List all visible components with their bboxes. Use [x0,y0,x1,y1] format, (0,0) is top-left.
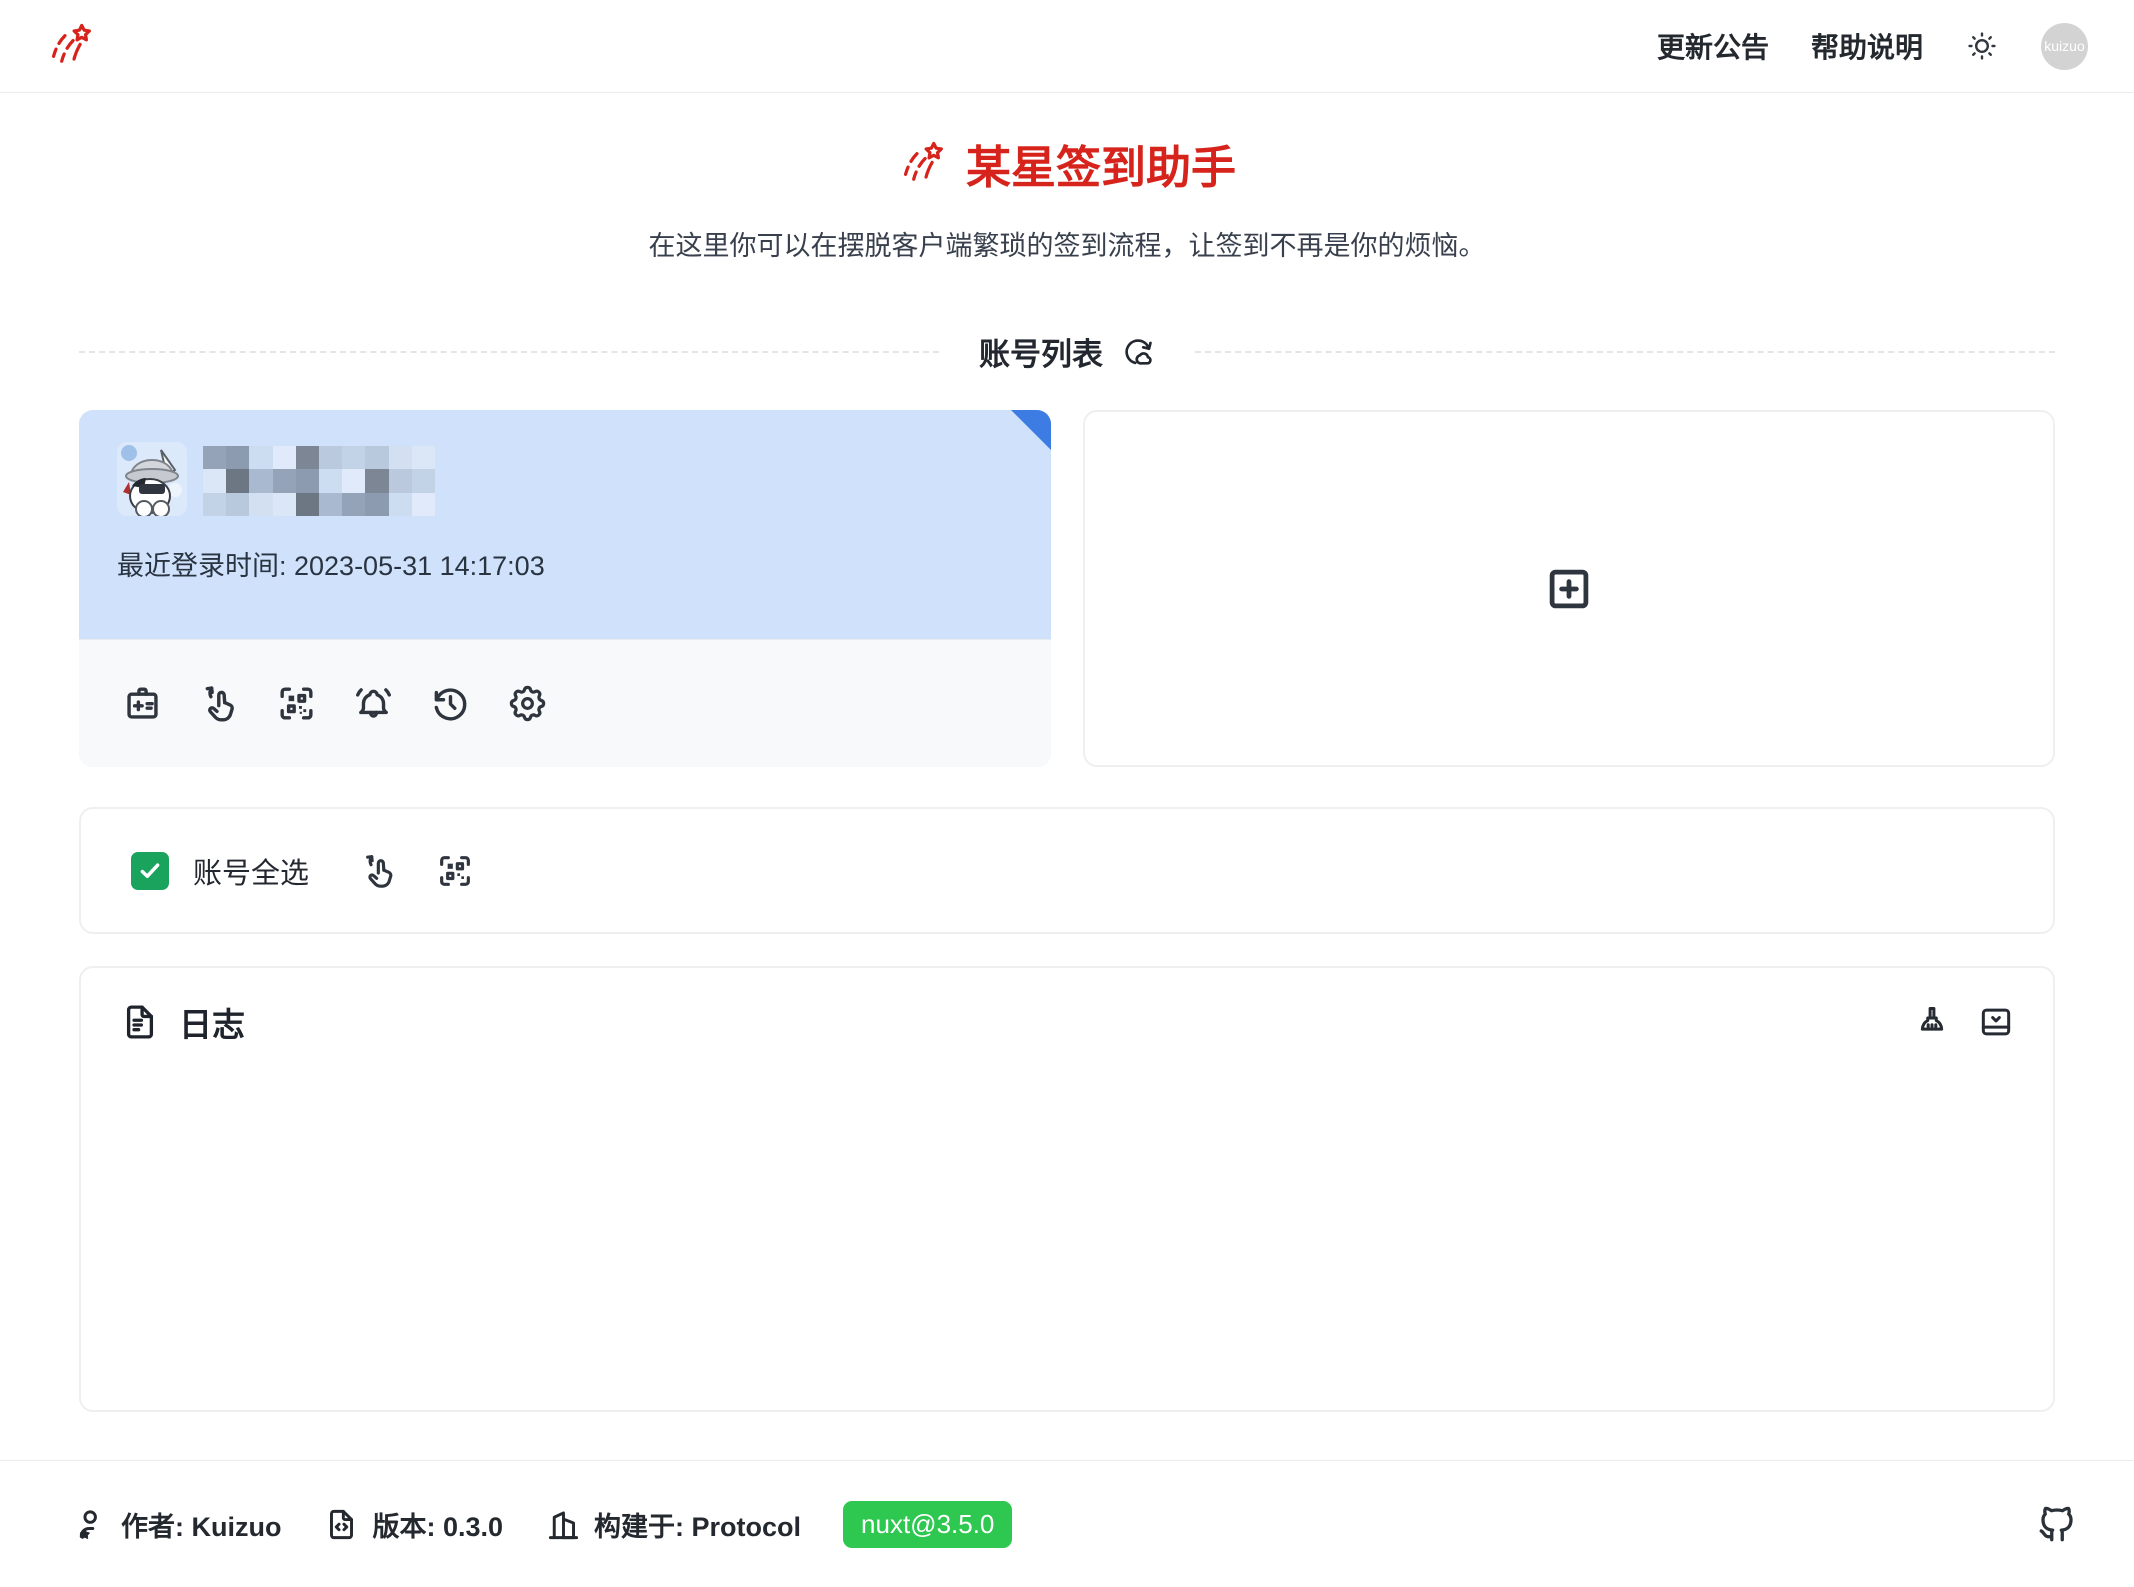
bell-icon[interactable] [352,682,395,725]
account-list-title: 账号列表 [979,329,1155,374]
shooting-star-icon [898,138,950,190]
tap-sign-icon[interactable] [359,851,399,891]
qr-scan-icon[interactable] [275,682,318,725]
history-icon[interactable] [429,682,472,725]
footer-version: 版本: 0.3.0 [323,1505,503,1544]
theme-toggle-sun-icon[interactable] [1965,29,1999,63]
account-action-bar [79,639,1051,767]
user-avatar[interactable]: kuizuo [2041,23,2088,70]
page-title-text: 某星签到助手 [966,131,1236,196]
account-card-main: 最近登录时间: 2023-05-31 14:17:03 [79,410,1051,639]
log-header: 日志 [119,998,2015,1046]
account-list-divider: 账号列表 [79,329,2055,374]
select-all-label[interactable]: 账号全选 [193,850,309,892]
nuxt-version-badge: nuxt@3.5.0 [843,1501,1012,1548]
divider-line [1195,351,2055,353]
nav-link-update-notice[interactable]: 更新公告 [1657,26,1769,66]
building-icon [545,1506,582,1543]
account-avatar [117,442,187,516]
navbar: 更新公告 帮助说明 kuizuo [0,0,2134,93]
footer-built-with: 构建于: Protocol [545,1505,801,1544]
qr-scan-icon[interactable] [435,851,475,891]
cloud-sync-icon[interactable] [1121,335,1155,369]
select-all-checkbox[interactable] [131,852,169,890]
plus-square-icon [1543,563,1595,615]
user-star-icon [72,1506,109,1543]
settings-icon[interactable] [506,682,549,725]
log-title: 日志 [119,998,245,1046]
select-all-card: 账号全选 [79,807,2055,934]
account-name-redacted [203,446,435,516]
main-content: 账号列表 [0,329,2134,1412]
archive-box-icon[interactable] [1977,1003,2015,1041]
shooting-star-logo-icon[interactable] [46,20,98,72]
account-list-title-text: 账号列表 [979,329,1103,374]
log-actions [1913,1003,2015,1041]
nav-link-help[interactable]: 帮助说明 [1811,26,1923,66]
tap-sign-icon[interactable] [198,682,241,725]
broom-clear-icon[interactable] [1913,1003,1951,1041]
github-icon[interactable] [2036,1503,2078,1545]
id-badge-add-icon[interactable] [121,682,164,725]
log-card: 日志 [79,966,2055,1412]
footer-version-text: 版本: 0.3.0 [372,1505,503,1544]
page-subtitle: 在这里你可以在摆脱客户端繁琐的签到流程，让签到不再是你的烦恼。 [0,224,2134,263]
file-code-icon [323,1506,360,1543]
navbar-actions: 更新公告 帮助说明 kuizuo [1657,23,2088,70]
hero: 某星签到助手 在这里你可以在摆脱客户端繁琐的签到流程，让签到不再是你的烦恼。 [0,131,2134,263]
file-text-icon [119,1001,161,1043]
last-login-time: 最近登录时间: 2023-05-31 14:17:03 [117,544,1013,583]
add-account-card[interactable] [1083,410,2055,767]
footer-author-text: 作者: Kuizuo [121,1505,281,1544]
footer-built-with-text: 构建于: Protocol [594,1505,801,1544]
account-cards: 最近登录时间: 2023-05-31 14:17:03 [79,410,2055,767]
footer-info: 作者: Kuizuo 版本: 0.3.0 构建于: Protocol [72,1501,1012,1548]
footer-author: 作者: Kuizuo [72,1505,281,1544]
page-title: 某星签到助手 [0,131,2134,196]
selected-corner-badge [1011,410,1051,450]
account-card[interactable]: 最近登录时间: 2023-05-31 14:17:03 [79,410,1051,767]
footer: 作者: Kuizuo 版本: 0.3.0 构建于: Protocol [0,1460,2134,1587]
log-title-text: 日志 [179,998,245,1046]
batch-actions [359,851,475,891]
divider-line [79,351,939,353]
log-body [119,1046,2015,1380]
